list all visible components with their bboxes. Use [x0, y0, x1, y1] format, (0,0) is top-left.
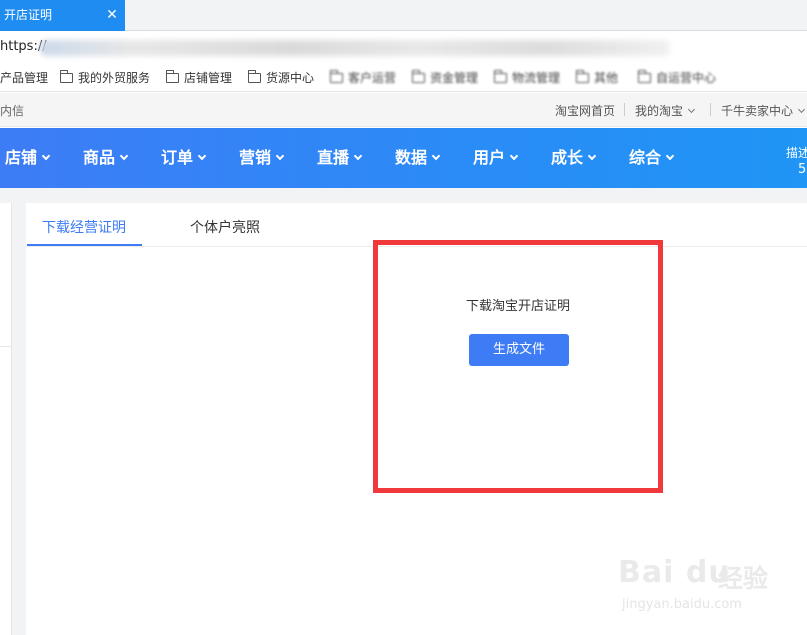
chevron-down-icon [275, 151, 285, 161]
chevron-down-icon [587, 151, 597, 161]
bookmark-item[interactable]: 店铺管理 [166, 70, 232, 86]
site-top-bar: 内信 淘宝网首页 我的淘宝 千牛卖家中心 [0, 93, 807, 127]
chevron-down-icon [119, 151, 129, 161]
address-bar[interactable]: https:// [0, 32, 807, 62]
folder-icon [330, 70, 343, 83]
chevron-down-icon [353, 151, 363, 161]
divider [624, 103, 625, 116]
active-tab-indicator [27, 244, 142, 246]
folder-icon [638, 70, 651, 83]
taobao-home-link[interactable]: 淘宝网首页 [555, 102, 615, 119]
nav-item-goods[interactable]: 商品 [83, 148, 129, 168]
close-icon[interactable]: ✕ [103, 0, 121, 31]
seller-center-link[interactable]: 千牛卖家中心 [721, 102, 806, 119]
chevron-down-icon [431, 151, 441, 161]
bookmark-item[interactable]: 物流管理 [494, 70, 560, 86]
nav-item-shop[interactable]: 店铺 [5, 148, 51, 168]
watermark-text: 经验 [718, 564, 769, 593]
left-side-panel [0, 203, 12, 635]
highlight-annotation-box [373, 240, 663, 493]
watermark-logo: Bai du [618, 555, 731, 590]
baidu-jingyan-watermark: Bai du 经验 jingyan.baidu.com [618, 545, 798, 620]
chevron-down-icon [41, 151, 51, 161]
folder-icon [412, 70, 425, 83]
folder-icon [494, 70, 507, 83]
bookmark-item[interactable]: 货源中心 [248, 70, 314, 86]
folder-icon [576, 70, 589, 83]
nav-item-data[interactable]: 数据 [395, 148, 441, 168]
nav-item-growth[interactable]: 成长 [551, 148, 597, 168]
tab-individual-license[interactable]: 个体户亮照 [190, 217, 260, 237]
bookmark-item[interactable]: 产品管理 [0, 70, 48, 86]
chevron-down-icon [197, 151, 207, 161]
folder-icon [166, 70, 179, 83]
bookmarks-bar: 产品管理 我的外贸服务 店铺管理 货源中心 客户运营 资金管理 物流管理 其他 … [0, 62, 807, 92]
folder-icon [248, 70, 261, 83]
watermark-url: jingyan.baidu.com [622, 597, 742, 612]
browser-tab-title: 开店证明 [4, 8, 53, 22]
nav-item-orders[interactable]: 订单 [161, 148, 207, 168]
nav-item-general[interactable]: 综合 [629, 148, 675, 168]
main-nav: 店铺 商品 订单 营销 直播 数据 用户 成长 综合 描述 5 [0, 128, 807, 188]
chevron-down-icon [687, 105, 696, 114]
bookmark-item[interactable]: 其他 [576, 70, 618, 86]
folder-icon [60, 70, 73, 83]
rating-label: 描述 [786, 146, 807, 160]
my-taobao-link[interactable]: 我的淘宝 [635, 102, 696, 119]
chevron-down-icon [509, 151, 519, 161]
tab-download-business-certificate[interactable]: 下载经营证明 [42, 217, 126, 237]
nav-item-users[interactable]: 用户 [473, 148, 519, 168]
nav-item-live[interactable]: 直播 [317, 148, 363, 168]
bookmark-item[interactable]: 我的外贸服务 [60, 70, 150, 86]
topbar-left-text: 内信 [0, 104, 25, 118]
rating-value: 5 [798, 162, 807, 177]
divider [0, 346, 12, 347]
divider [710, 103, 711, 116]
url-redacted [40, 40, 670, 56]
bookmark-item[interactable]: 自运营中心 [638, 70, 716, 86]
browser-tab-strip: 开店证明 ✕ [0, 0, 807, 31]
bookmark-item[interactable]: 客户运营 [330, 70, 396, 86]
chevron-down-icon [665, 151, 675, 161]
chevron-down-icon [797, 105, 806, 114]
bookmark-item[interactable]: 资金管理 [412, 70, 478, 86]
nav-item-marketing[interactable]: 营销 [239, 148, 285, 168]
